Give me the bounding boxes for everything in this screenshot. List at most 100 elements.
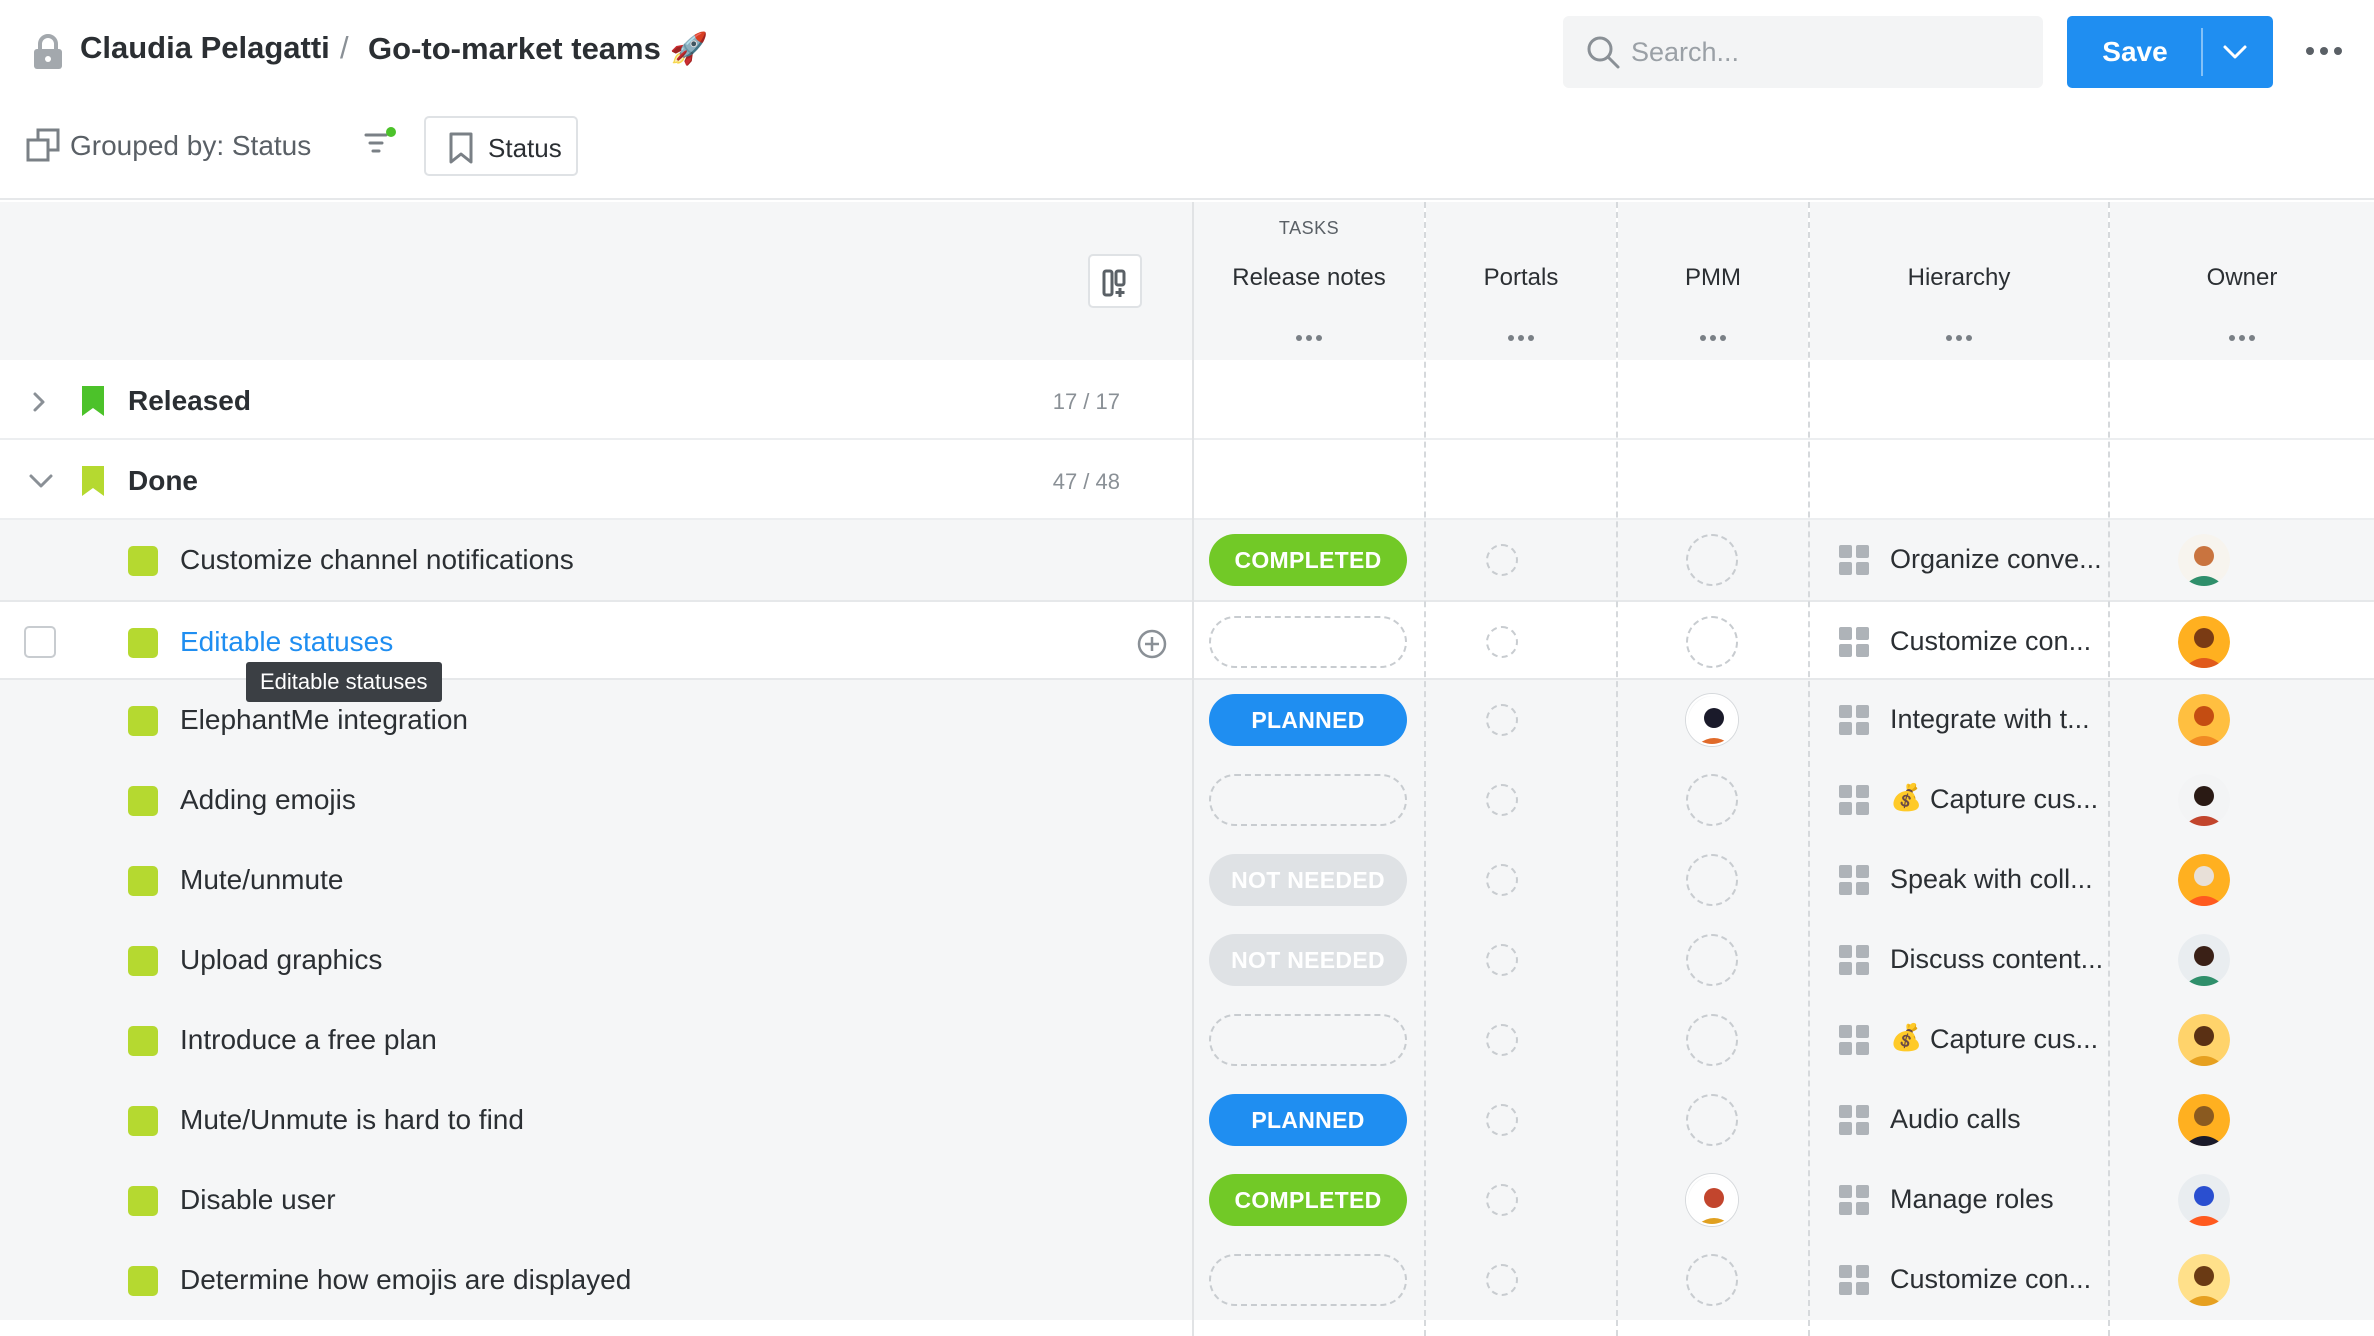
- column-header-portals[interactable]: Portals: [1426, 202, 1616, 360]
- pmm-placeholder[interactable]: [1686, 1014, 1738, 1066]
- column-title[interactable]: PMM: [1618, 264, 1808, 292]
- owner-avatar[interactable]: [2178, 694, 2230, 746]
- owner-avatar[interactable]: [2178, 934, 2230, 986]
- owner-avatar[interactable]: [2178, 534, 2230, 586]
- portal-placeholder[interactable]: [1486, 544, 1518, 576]
- owner-avatar[interactable]: [2178, 774, 2230, 826]
- row-title[interactable]: Introduce a free plan: [180, 1024, 437, 1056]
- release-notes-status[interactable]: COMPLETED: [1209, 1174, 1407, 1226]
- column-menu-icon[interactable]: [2228, 334, 2256, 342]
- release-notes-status[interactable]: NOT NEEDED: [1209, 934, 1407, 986]
- table-row[interactable]: Mute/unmute NOT NEEDED Speak with coll...: [0, 840, 2374, 920]
- column-header-owner[interactable]: Owner: [2110, 202, 2374, 360]
- owner-avatar[interactable]: [2178, 1014, 2230, 1066]
- portal-placeholder[interactable]: [1486, 1264, 1518, 1296]
- table-row[interactable]: Customize channel notifications COMPLETED…: [0, 520, 2374, 600]
- more-options-icon[interactable]: [2304, 44, 2344, 58]
- pmm-placeholder[interactable]: [1686, 534, 1738, 586]
- release-notes-status[interactable]: PLANNED: [1209, 1094, 1407, 1146]
- add-column-button[interactable]: [1088, 254, 1142, 308]
- column-menu-icon[interactable]: [1945, 334, 1973, 342]
- row-title[interactable]: Adding emojis: [180, 784, 356, 816]
- column-header-release-notes[interactable]: TASKS Release notes: [1194, 202, 1424, 360]
- column-menu-icon[interactable]: [1699, 334, 1727, 342]
- chevron-down-icon[interactable]: [2215, 38, 2255, 66]
- hierarchy-link[interactable]: Customize con...: [1890, 1264, 2091, 1295]
- portal-placeholder[interactable]: [1486, 944, 1518, 976]
- column-header-hierarchy[interactable]: Hierarchy: [1810, 202, 2108, 360]
- portal-placeholder[interactable]: [1486, 1024, 1518, 1056]
- column-title[interactable]: Owner: [2110, 264, 2374, 292]
- hierarchy-link[interactable]: Customize con...: [1890, 626, 2091, 657]
- grouped-by-label[interactable]: Grouped by: Status: [70, 130, 311, 162]
- pmm-placeholder[interactable]: [1686, 854, 1738, 906]
- pmm-avatar[interactable]: [1686, 694, 1738, 746]
- hierarchy-link[interactable]: Capture cus...: [1930, 784, 2098, 815]
- chevron-right-icon[interactable]: [28, 390, 50, 414]
- release-notes-status[interactable]: NOT NEEDED: [1209, 854, 1407, 906]
- save-button[interactable]: Save: [2067, 16, 2273, 88]
- group-row-released[interactable]: Released 17 / 17: [0, 362, 2374, 440]
- table-row[interactable]: Adding emojis 💰 Capture cus...: [0, 760, 2374, 840]
- release-notes-status[interactable]: [1209, 1014, 1407, 1066]
- column-menu-icon[interactable]: [1507, 334, 1535, 342]
- hierarchy-link[interactable]: Discuss content...: [1890, 944, 2103, 975]
- column-title[interactable]: Hierarchy: [1810, 264, 2108, 292]
- column-title[interactable]: Portals: [1426, 264, 1616, 292]
- row-title[interactable]: Disable user: [180, 1184, 336, 1216]
- owner-avatar[interactable]: [2178, 1094, 2230, 1146]
- release-notes-status[interactable]: [1209, 774, 1407, 826]
- pmm-placeholder[interactable]: [1686, 934, 1738, 986]
- search-box[interactable]: [1563, 16, 2043, 88]
- row-title[interactable]: Editable statuses: [180, 626, 393, 658]
- row-title[interactable]: Customize channel notifications: [180, 544, 574, 576]
- group-row-done[interactable]: Done 47 / 48: [0, 442, 2374, 520]
- chevron-down-icon[interactable]: [28, 470, 54, 492]
- row-title[interactable]: Upload graphics: [180, 944, 382, 976]
- portal-placeholder[interactable]: [1486, 784, 1518, 816]
- table-row[interactable]: Determine how emojis are displayed Custom…: [0, 1240, 2374, 1320]
- hierarchy-link[interactable]: Audio calls: [1890, 1104, 2021, 1135]
- release-notes-status[interactable]: COMPLETED: [1209, 534, 1407, 586]
- portal-placeholder[interactable]: [1486, 864, 1518, 896]
- group-name[interactable]: Done: [128, 465, 198, 497]
- table-row[interactable]: Upload graphics NOT NEEDED Discuss content…: [0, 920, 2374, 1000]
- table-row[interactable]: Introduce a free plan 💰 Capture cus...: [0, 1000, 2374, 1080]
- owner-avatar[interactable]: [2178, 1174, 2230, 1226]
- hierarchy-link[interactable]: Capture cus...: [1930, 1024, 2098, 1055]
- table-row[interactable]: Mute/Unmute is hard to find PLANNED Audio …: [0, 1080, 2374, 1160]
- column-menu-icon[interactable]: [1295, 334, 1323, 342]
- pmm-placeholder[interactable]: [1686, 774, 1738, 826]
- filter-icon[interactable]: [362, 126, 398, 162]
- page-title[interactable]: Go-to-market teams 🚀: [368, 30, 708, 67]
- hierarchy-link[interactable]: Manage roles: [1890, 1184, 2054, 1215]
- search-input[interactable]: [1631, 16, 2011, 88]
- row-title[interactable]: ElephantMe integration: [180, 704, 468, 736]
- owner-avatar[interactable]: [2178, 616, 2230, 668]
- pmm-avatar[interactable]: [1686, 1174, 1738, 1226]
- column-title[interactable]: Release notes: [1194, 264, 1424, 292]
- column-header-pmm[interactable]: PMM: [1618, 202, 1808, 360]
- portal-placeholder[interactable]: [1486, 1104, 1518, 1136]
- release-notes-status[interactable]: [1209, 616, 1407, 668]
- status-filter-chip[interactable]: Status: [424, 116, 578, 176]
- portal-placeholder[interactable]: [1486, 704, 1518, 736]
- row-title[interactable]: Determine how emojis are displayed: [180, 1264, 631, 1296]
- group-name[interactable]: Released: [128, 385, 251, 417]
- hierarchy-link[interactable]: Speak with coll...: [1890, 864, 2093, 895]
- save-button-label[interactable]: Save: [2067, 16, 2203, 88]
- status-chip-label[interactable]: Status: [488, 133, 562, 164]
- hierarchy-link[interactable]: Organize conve...: [1890, 544, 2102, 575]
- portal-placeholder[interactable]: [1486, 1184, 1518, 1216]
- hierarchy-link[interactable]: Integrate with t...: [1890, 704, 2090, 735]
- row-checkbox[interactable]: [24, 626, 56, 658]
- row-title[interactable]: Mute/Unmute is hard to find: [180, 1104, 524, 1136]
- breadcrumb-owner[interactable]: Claudia Pelagatti: [80, 30, 330, 66]
- owner-avatar[interactable]: [2178, 854, 2230, 906]
- pmm-placeholder[interactable]: [1686, 1094, 1738, 1146]
- pmm-placeholder[interactable]: [1686, 1254, 1738, 1306]
- release-notes-status[interactable]: PLANNED: [1209, 694, 1407, 746]
- table-row[interactable]: Disable user COMPLETED Manage roles: [0, 1160, 2374, 1240]
- portal-placeholder[interactable]: [1486, 626, 1518, 658]
- row-title[interactable]: Mute/unmute: [180, 864, 343, 896]
